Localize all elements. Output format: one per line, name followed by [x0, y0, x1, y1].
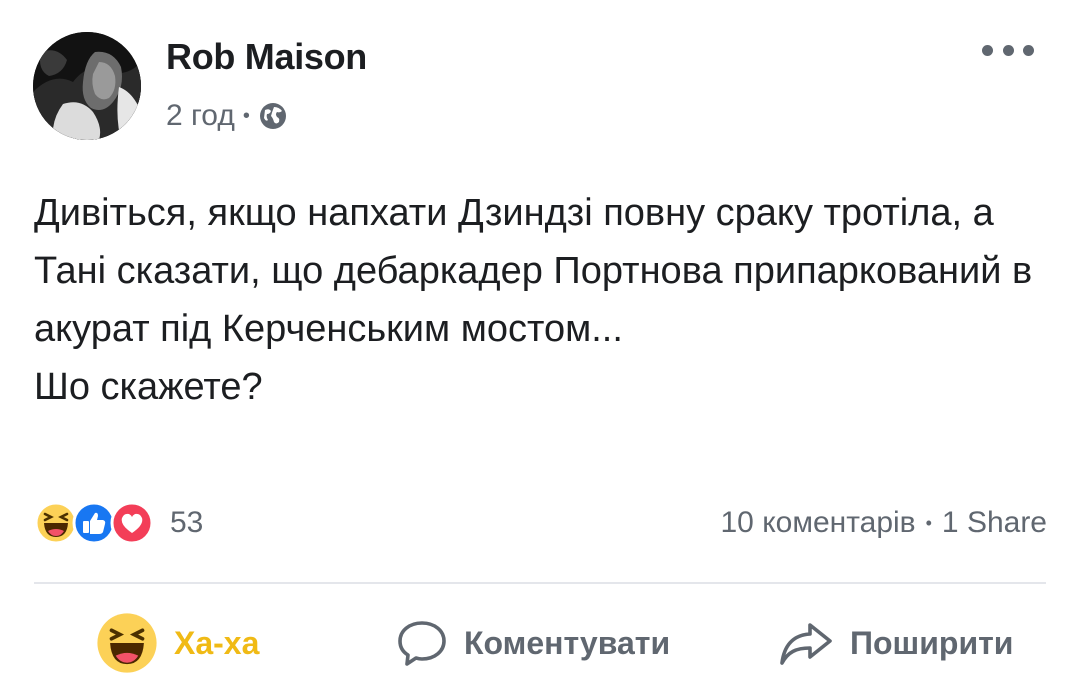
- post-time[interactable]: 2 год: [166, 99, 235, 133]
- love-icon: [110, 501, 154, 545]
- avatar-photo: [33, 32, 141, 140]
- post-meta: 2 год •: [166, 96, 288, 136]
- reactions-summary[interactable]: 53: [34, 500, 203, 546]
- more-options-button[interactable]: [982, 38, 1034, 62]
- comment-button[interactable]: Коментувати: [396, 608, 670, 678]
- globe-icon: [259, 103, 286, 129]
- haha-label: Ха-ха: [174, 624, 260, 661]
- post-text-line: Шо скажете?: [34, 366, 263, 408]
- share-arrow-icon: [780, 623, 832, 665]
- avatar[interactable]: [33, 32, 141, 140]
- meta-separator: •: [242, 104, 250, 127]
- comment-label: Коментувати: [464, 624, 671, 661]
- post-text-line: Дивіться, якщо напхати Дзиндзі повну сра…: [34, 192, 1033, 350]
- haha-reaction-button[interactable]: Ха-ха: [96, 608, 259, 678]
- comment-icon: [398, 621, 446, 666]
- more-horizontal-icon: [982, 44, 993, 56]
- post-text: Дивіться, якщо напхати Дзиндзі повну сра…: [34, 184, 1054, 416]
- post-stats: 10 коментарів • 1 Share: [721, 500, 1048, 546]
- share-label: Поширити: [850, 624, 1014, 661]
- divider: [34, 582, 1046, 584]
- haha-icon: [97, 613, 157, 673]
- shares-count-link[interactable]: 1 Share: [942, 506, 1047, 540]
- comments-count-link[interactable]: 10 коментарів: [721, 506, 916, 540]
- share-button[interactable]: Поширити: [778, 608, 1013, 678]
- reaction-count: 53: [170, 506, 204, 539]
- post-card: Rob Maison 2 год • Дивіться, якщо напхат…: [0, 0, 1080, 676]
- author-name[interactable]: Rob Maison: [166, 36, 367, 78]
- stats-separator: •: [925, 512, 932, 533]
